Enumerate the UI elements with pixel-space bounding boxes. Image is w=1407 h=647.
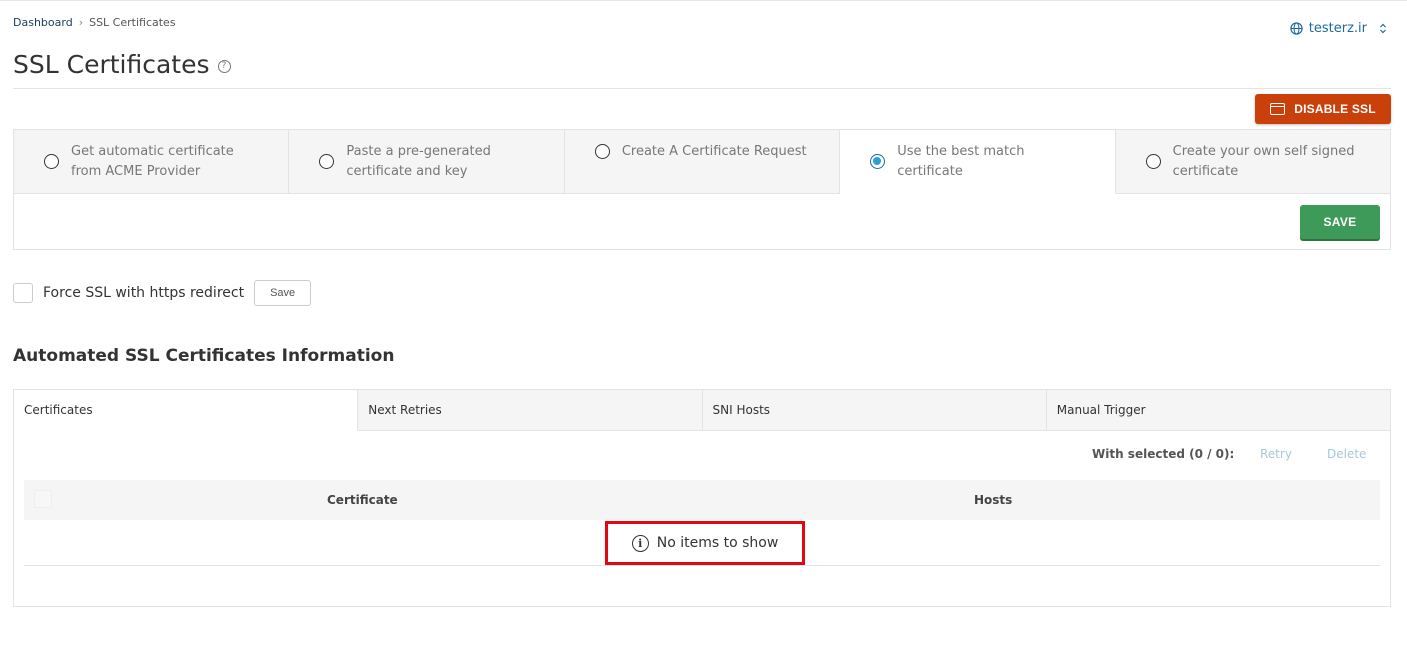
globe-icon (1290, 22, 1303, 35)
ssl-option-label: Use the best match certificate (897, 144, 1025, 179)
radio-csr[interactable] (594, 144, 610, 159)
empty-state-text: No items to show (656, 535, 779, 551)
ssl-option-paste[interactable]: Paste a pre-generated certificate and ke… (289, 130, 565, 194)
help-icon[interactable]: ? (217, 59, 231, 73)
ssl-option-csr[interactable]: Create A Certificate Request (564, 130, 841, 194)
disable-ssl-button[interactable]: DISABLE SSL (1255, 94, 1391, 124)
retry-link[interactable]: Retry (1260, 447, 1292, 461)
disable-ssl-label: DISABLE SSL (1294, 102, 1376, 116)
column-certificate[interactable]: Certificate (327, 493, 398, 507)
ssl-option-label: Create A Certificate Request (621, 144, 807, 159)
with-selected-label: With selected (0 / 0): (1092, 447, 1235, 461)
ssl-option-label: Create your own self signed certificate (1172, 144, 1355, 179)
section-title: Automated SSL Certificates Information (13, 346, 395, 366)
tab-manual-trigger[interactable]: Manual Trigger (1046, 390, 1390, 431)
force-ssl-save-button[interactable]: Save (254, 280, 312, 306)
breadcrumb-current: SSL Certificates (89, 16, 176, 29)
force-ssl-row: Force SSL with https redirect Save (13, 280, 312, 306)
ssl-option-acme[interactable]: Get automatic certificate from ACME Prov… (14, 130, 290, 194)
title-divider (13, 88, 1391, 89)
save-button[interactable]: SAVE (1300, 205, 1380, 239)
tab-sni-hosts[interactable]: SNI Hosts (702, 390, 1047, 431)
breadcrumb-dashboard-link[interactable]: Dashboard (13, 16, 73, 29)
radio-paste[interactable] (319, 154, 335, 169)
page-title-text: SSL Certificates (13, 50, 210, 79)
breadcrumb-separator: › (78, 16, 84, 29)
ssl-option-best-match[interactable]: Use the best match certificate (840, 130, 1116, 194)
page-title: SSL Certificates ? (13, 50, 231, 79)
delete-link[interactable]: Delete (1327, 447, 1366, 461)
force-ssl-label: Force SSL with https redirect (43, 285, 245, 301)
tab-certificates[interactable]: Certificates (14, 390, 359, 431)
info-icon: i (631, 534, 649, 552)
ssl-options-panel: Get automatic certificate from ACME Prov… (13, 129, 1391, 250)
table-header: Certificate Hosts (24, 480, 1380, 520)
radio-best-match[interactable] (870, 154, 886, 169)
top-border (0, 0, 1407, 1)
radio-acme[interactable] (44, 154, 59, 169)
column-hosts[interactable]: Hosts (974, 493, 1012, 507)
breadcrumb: Dashboard › SSL Certificates (13, 16, 176, 29)
ssl-options: Get automatic certificate from ACME Prov… (14, 130, 1391, 194)
ssl-option-self-signed[interactable]: Create your own self signed certificate (1115, 130, 1391, 194)
code-window-icon (1270, 103, 1286, 115)
chevron-up-down-icon (1380, 23, 1386, 34)
automated-ssl-panel: Certificates Next Retries SNI Hosts Manu… (13, 389, 1391, 607)
select-all-checkbox[interactable] (34, 490, 52, 508)
ssl-option-label: Paste a pre-generated certificate and ke… (346, 144, 491, 179)
empty-state-message: i No items to show (605, 521, 805, 565)
force-ssl-checkbox[interactable] (13, 283, 33, 303)
domain-selector[interactable]: testerz.ir (1290, 21, 1387, 36)
ssl-option-label: Get automatic certificate from ACME Prov… (71, 144, 234, 179)
radio-self-signed[interactable] (1145, 154, 1161, 169)
tab-next-retries[interactable]: Next Retries (358, 390, 703, 431)
automated-tabs: Certificates Next Retries SNI Hosts Manu… (14, 390, 1390, 431)
domain-label: testerz.ir (1308, 21, 1367, 36)
